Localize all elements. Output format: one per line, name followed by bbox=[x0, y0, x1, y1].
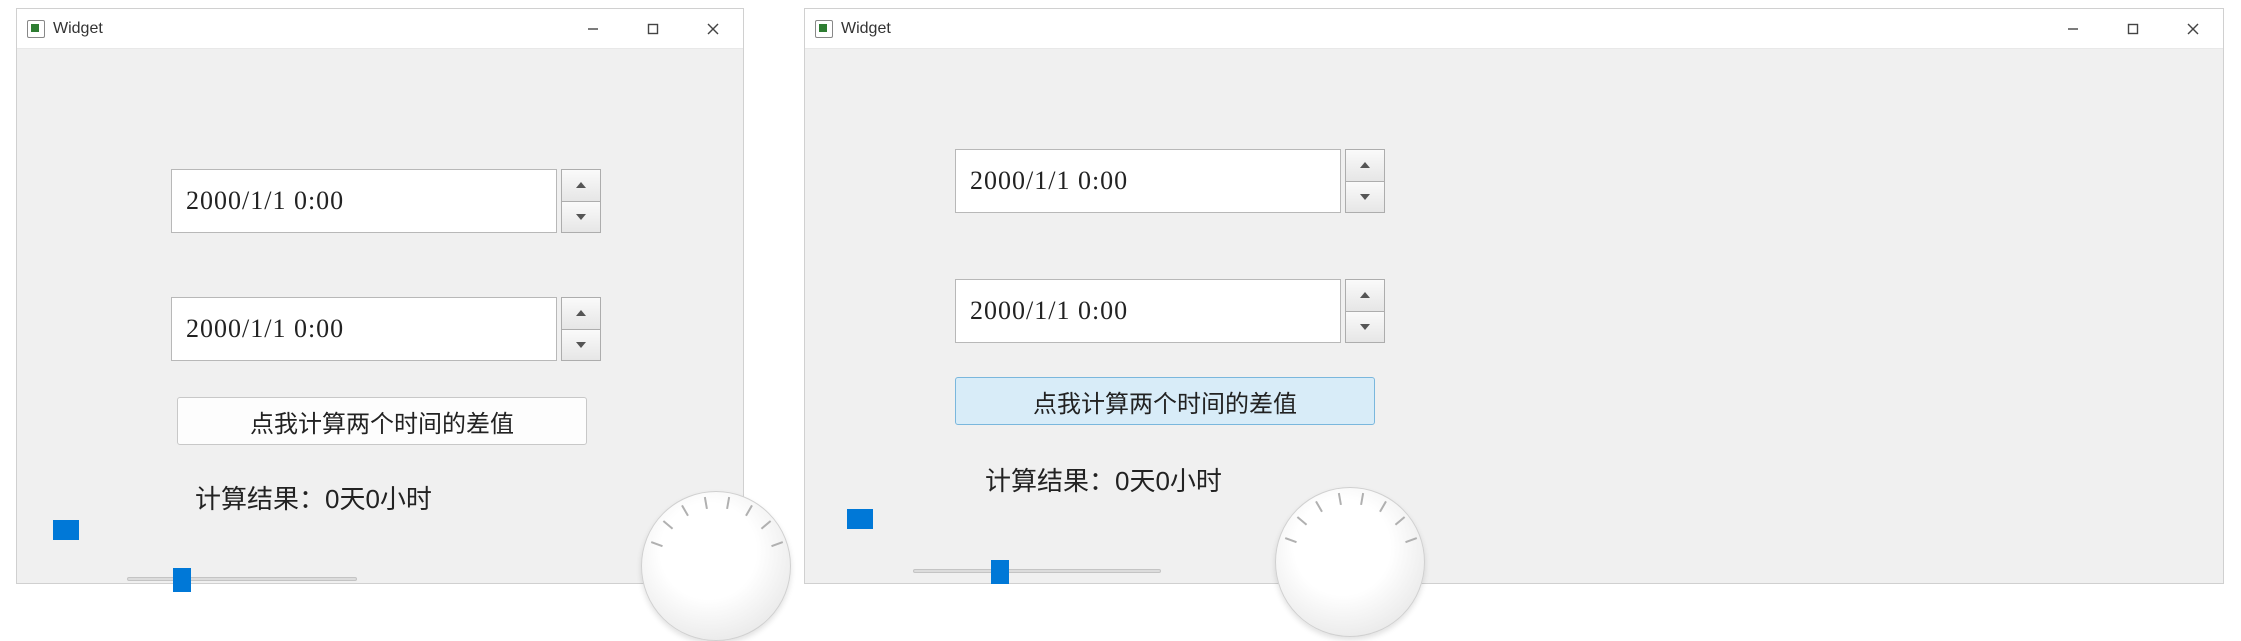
spin-down-icon[interactable] bbox=[561, 329, 601, 362]
datetime-end-field[interactable]: 2000/1/1 0:00 bbox=[171, 297, 557, 361]
dial-widget[interactable] bbox=[641, 491, 791, 641]
spin-down-icon[interactable] bbox=[561, 201, 601, 234]
spin-down-icon[interactable] bbox=[1345, 181, 1385, 214]
scrollbar-handle[interactable] bbox=[847, 509, 873, 529]
horizontal-slider[interactable] bbox=[913, 559, 1161, 585]
datetime-start-field[interactable]: 2000/1/1 0:00 bbox=[955, 149, 1341, 213]
calculate-button[interactable]: 点我计算两个时间的差值 bbox=[955, 377, 1375, 425]
maximize-button[interactable] bbox=[623, 9, 683, 49]
close-button[interactable] bbox=[2163, 9, 2223, 49]
dial-widget[interactable] bbox=[1275, 487, 1425, 637]
datetime-end-field[interactable]: 2000/1/1 0:00 bbox=[955, 279, 1341, 343]
app-icon bbox=[27, 20, 45, 38]
spin-down-icon[interactable] bbox=[1345, 311, 1385, 344]
window-title: Widget bbox=[53, 20, 103, 38]
app-icon bbox=[815, 20, 833, 38]
result-label: 计算结果：0天0小时 bbox=[985, 461, 1222, 498]
spin-up-icon[interactable] bbox=[1345, 279, 1385, 312]
close-button[interactable] bbox=[683, 9, 743, 49]
spin-up-icon[interactable] bbox=[561, 169, 601, 202]
scrollbar-handle[interactable] bbox=[53, 520, 79, 540]
spin-up-icon[interactable] bbox=[561, 297, 601, 330]
window-title: Widget bbox=[841, 20, 891, 38]
minimize-button[interactable] bbox=[563, 9, 623, 49]
calculate-button[interactable]: 点我计算两个时间的差值 bbox=[177, 397, 587, 445]
datetime-start-field[interactable]: 2000/1/1 0:00 bbox=[171, 169, 557, 233]
minimize-button[interactable] bbox=[2043, 9, 2103, 49]
spin-up-icon[interactable] bbox=[1345, 149, 1385, 182]
result-label: 计算结果：0天0小时 bbox=[195, 479, 432, 516]
maximize-button[interactable] bbox=[2103, 9, 2163, 49]
horizontal-slider[interactable] bbox=[127, 567, 357, 593]
